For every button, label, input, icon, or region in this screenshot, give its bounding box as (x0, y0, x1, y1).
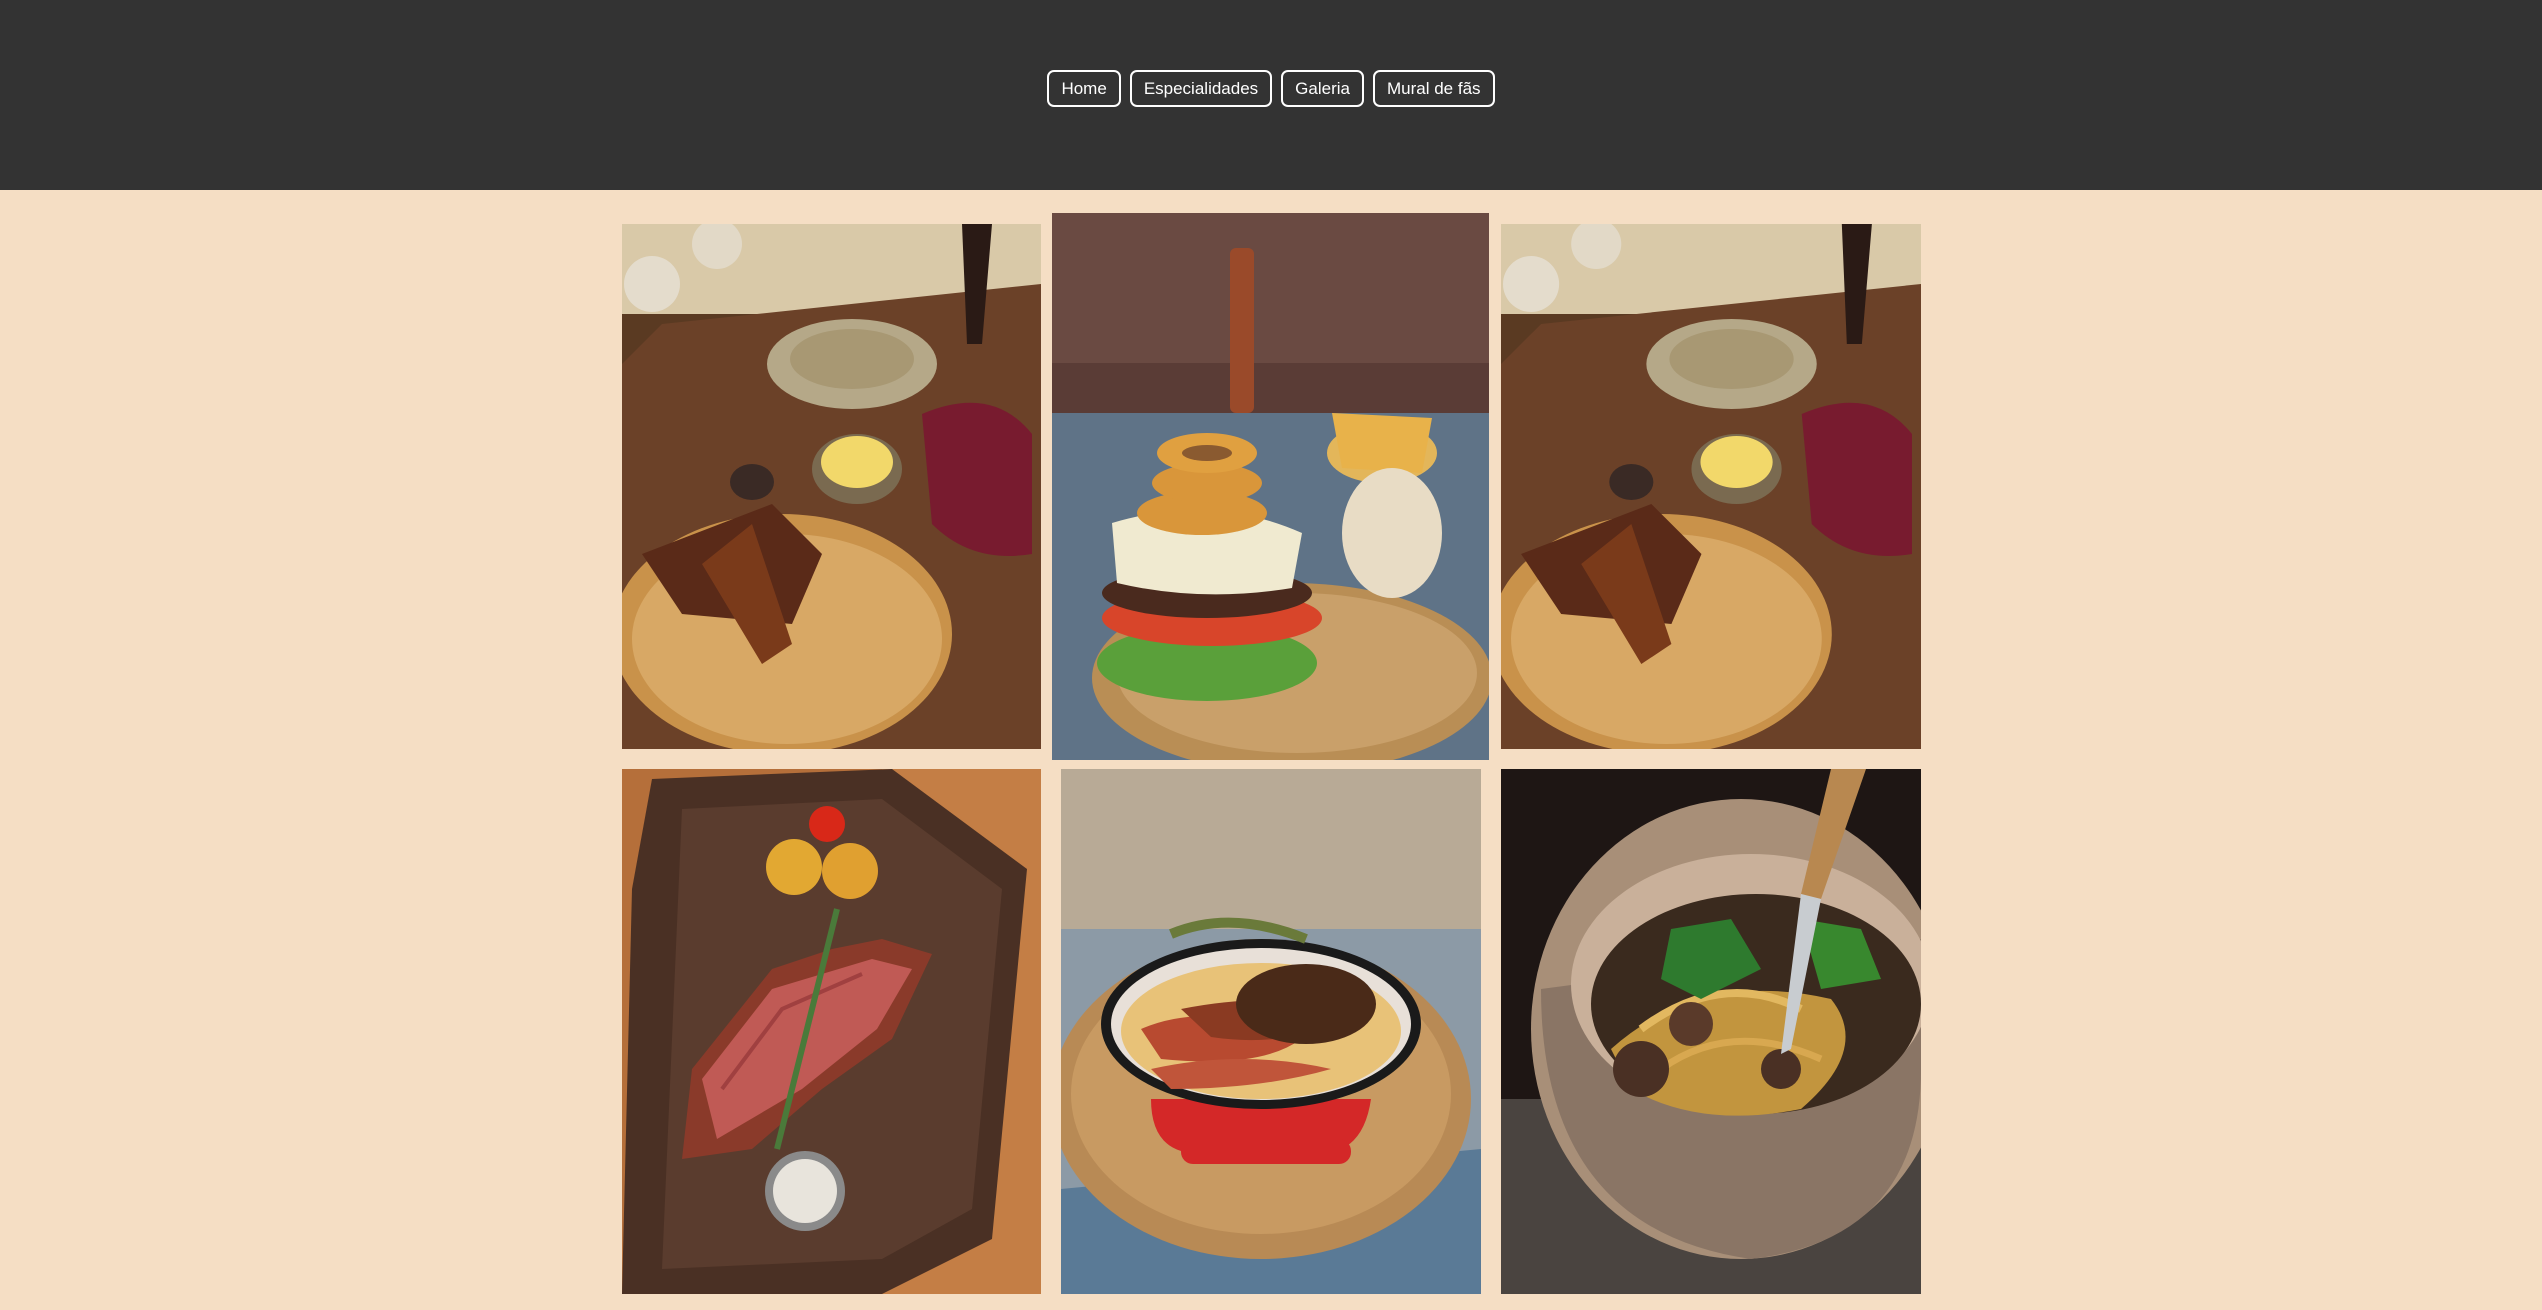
gallery-photo-ribs-wine-2 (1501, 224, 1921, 749)
gallery-photo-sausage-skillet (1061, 769, 1481, 1294)
nav-especialidades-button[interactable]: Especialidades (1129, 70, 1273, 107)
gallery-photo-pasta-bowl (1501, 769, 1921, 1294)
gallery-photo-burger (1052, 213, 1489, 760)
top-bar: Home Especialidades Galeria Mural de fãs (0, 0, 2542, 190)
nav-mural-button[interactable]: Mural de fãs (1372, 70, 1495, 107)
nav-galeria-button[interactable]: Galeria (1281, 70, 1364, 107)
gallery-photo-ribs-wine (622, 224, 1041, 749)
gallery-photo-steak (622, 769, 1041, 1294)
main-nav: Home Especialidades Galeria Mural de fãs (1047, 70, 1495, 107)
nav-home-button[interactable]: Home (1047, 70, 1121, 107)
